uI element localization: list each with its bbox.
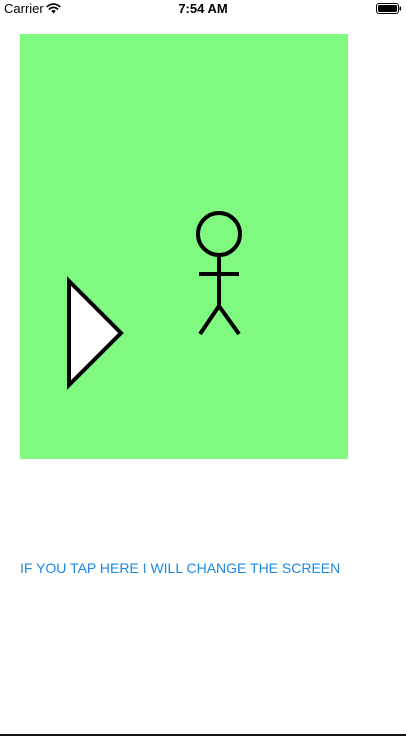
- drawing-canvas[interactable]: [20, 34, 348, 459]
- status-bar: Carrier 7:54 AM: [0, 0, 406, 20]
- app-screen: Carrier 7:54 AM IF YOU TAP HERE I WILL C…: [0, 0, 406, 736]
- canvas-drawing: [67, 211, 242, 390]
- clock-time: 7:54 AM: [178, 1, 228, 16]
- battery-icon: [376, 3, 402, 14]
- play-triangle-icon[interactable]: [67, 276, 124, 390]
- stick-figure-icon[interactable]: [196, 211, 242, 336]
- change-screen-link[interactable]: IF YOU TAP HERE I WILL CHANGE THE SCREEN: [20, 559, 340, 577]
